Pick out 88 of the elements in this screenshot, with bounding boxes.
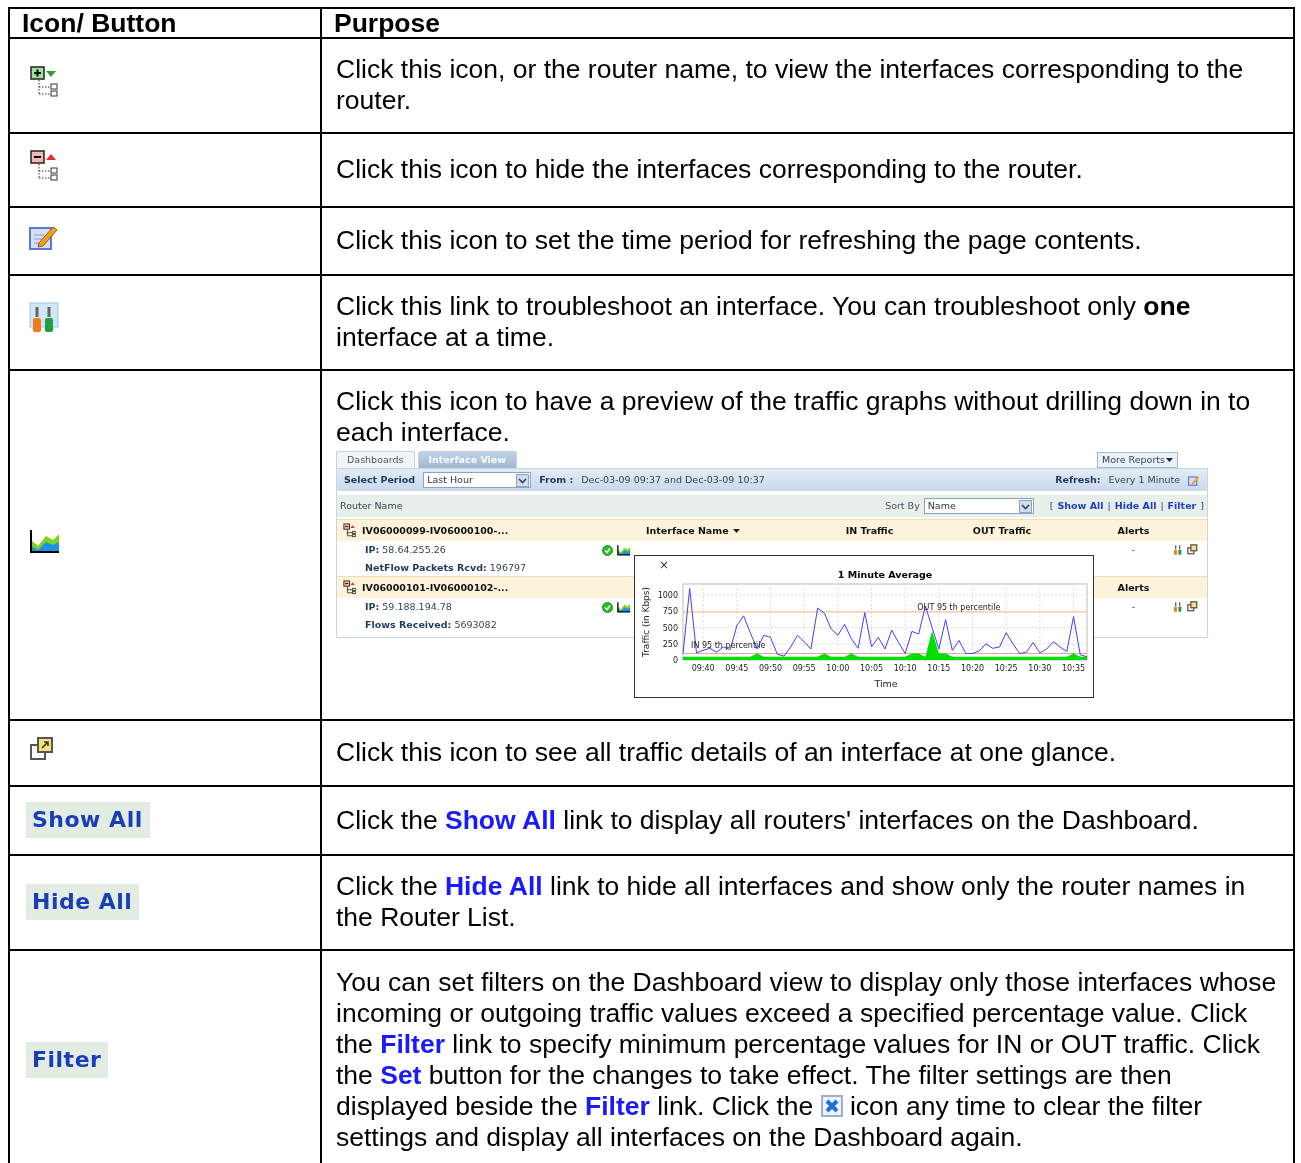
- axis-tick-label: 10:15: [927, 664, 951, 673]
- description-text: Click this icon to see all traffic details of an interface at one glance.: [336, 737, 1118, 768]
- link-text[interactable]: Hide All: [1114, 500, 1157, 512]
- description-text: Click this icon to set the time period for refreshing the page contents.: [336, 225, 1143, 256]
- popout-window-icon[interactable]: [1187, 544, 1198, 555]
- separator-text: [: [1049, 500, 1054, 512]
- column-header: OUT Traffic: [971, 524, 1033, 537]
- column-header: Purpose: [334, 8, 441, 38]
- sort-caret-icon[interactable]: [1166, 458, 1173, 462]
- link-text[interactable]: Filter: [380, 1029, 445, 1059]
- description-text: Click the Show All link to display all routers' interfaces on the Dashboard.: [336, 804, 1200, 836]
- column-header: IN Traffic: [844, 524, 895, 537]
- expand-tree-icon[interactable]: [29, 64, 61, 99]
- router-name[interactable]: IV06000101-IV06000102-...: [362, 581, 509, 594]
- popout-window-icon[interactable]: [1187, 601, 1198, 612]
- field-label: Select Period: [344, 474, 416, 486]
- edit-icon[interactable]: [1188, 474, 1200, 486]
- collapse-tree-icon[interactable]: [343, 523, 357, 538]
- chart-title: 1 Minute Average: [837, 569, 933, 580]
- field-label: Refresh:: [1055, 474, 1101, 486]
- link-button[interactable]: Filter: [26, 1042, 109, 1078]
- field-label: From :: [539, 474, 574, 486]
- axis-title: Traffic (in Kbps): [641, 587, 651, 657]
- description-text: Click this icon to hide the interfaces corresponding to the router.: [336, 154, 1084, 185]
- column-header: Icon/ Button: [22, 8, 177, 38]
- description-text: Click this icon to have a preview of the traffic graphs without drilling down in to each interface.: [336, 386, 1252, 448]
- axis-tick-label: 09:50: [759, 664, 783, 673]
- separator-text: |: [1107, 500, 1111, 512]
- tools-icon[interactable]: [1173, 601, 1183, 613]
- link-text[interactable]: Show All: [445, 804, 556, 835]
- clear-filter-icon[interactable]: [820, 1095, 843, 1117]
- sort-caret-icon[interactable]: [732, 528, 740, 533]
- close-button[interactable]: ×: [659, 558, 670, 572]
- period-select[interactable]: Last Hour: [423, 472, 532, 488]
- separator-text: |: [1160, 500, 1164, 512]
- router-name[interactable]: IV06000099-IV06000100-...: [362, 524, 509, 537]
- axis-tick-label: 10:10: [893, 664, 917, 673]
- link-text[interactable]: Set: [380, 1060, 422, 1090]
- area-chart-icon[interactable]: [617, 601, 631, 613]
- sort-select[interactable]: Name: [923, 498, 1034, 514]
- description-text: Click the Hide All link to hide all interfaces and show only the router names in the Router List.: [336, 871, 1247, 933]
- description-text: Click this link to troubleshoot an interface. You can troubleshoot only one interface at a time.: [336, 291, 1192, 353]
- axis-tick-label: 1000: [657, 591, 678, 601]
- field-label: Sort By: [885, 500, 920, 512]
- description-text: Click this icon, or the router name, to view the interfaces corresponding to the router.: [336, 54, 1245, 116]
- date-range-text: Dec-03-09 09:37 and Dec-03-09 10:37: [581, 474, 765, 486]
- axis-tick-label: 10:00: [826, 664, 850, 673]
- description-text: You can set filters on the Dashboard view to display only those interfaces whose incoming or outgoing traffic values exceed a specified percentage value. Click the Filter link to specify minimum percentage values for IN or OUT traffic. Click the Set button for the changes to take effect. The filter settings are then displayed beside the Filter link. Click the icon any time to clear the filter settings and display all interfaces on the Dashboard again.: [336, 967, 1278, 1153]
- axis-tick-label: 10:30: [1028, 664, 1052, 673]
- axis-tick-label: 10:25: [994, 664, 1018, 673]
- axis-title: Time: [874, 678, 898, 689]
- separator-text: ]: [1200, 500, 1204, 512]
- axis-tick-label: 750: [662, 607, 678, 617]
- router-detail: IP: 59.188.194.78: [365, 601, 453, 613]
- popout-window-icon[interactable]: [29, 736, 55, 762]
- axis-tick-label: 10:35: [1062, 664, 1086, 673]
- axis-tick-label: 500: [662, 623, 678, 633]
- column-label: Router Name: [340, 500, 403, 512]
- area-chart-icon[interactable]: [617, 544, 631, 556]
- link-text[interactable]: Hide All: [445, 871, 543, 901]
- column-header: Alerts: [1116, 524, 1151, 537]
- alerts-value: -: [1130, 544, 1137, 556]
- tools-icon[interactable]: [1173, 544, 1183, 556]
- axis-tick-label: 09:55: [792, 664, 816, 673]
- tab[interactable]: Dashboards: [336, 451, 415, 468]
- router-detail: NetFlow Packets Rcvd: 196797: [365, 562, 528, 574]
- link-text[interactable]: Filter: [585, 1091, 650, 1121]
- axis-tick-label: 250: [662, 639, 678, 649]
- link-button[interactable]: Hide All: [26, 884, 140, 920]
- link-button[interactable]: Show All: [26, 802, 150, 838]
- collapse-tree-icon[interactable]: [343, 580, 357, 595]
- link-text[interactable]: Filter: [1167, 500, 1197, 512]
- axis-tick-label: 09:40: [691, 664, 715, 673]
- more-reports-button[interactable]: More Reports: [1097, 452, 1178, 468]
- router-detail: IP: 58.64.255.26: [365, 544, 447, 556]
- area-chart-icon[interactable]: [29, 528, 61, 554]
- refresh-text: Every 1 Minute: [1108, 474, 1180, 486]
- axis-tick-label: 09:45: [725, 664, 749, 673]
- axis-tick-label: 0: [672, 656, 678, 665]
- column-header: Alerts: [1116, 581, 1151, 594]
- link-text[interactable]: Show All: [1057, 500, 1104, 512]
- alerts-value: -: [1130, 601, 1137, 613]
- column-header[interactable]: Interface Name: [646, 524, 729, 537]
- router-detail: Flows Received: 5693082: [365, 619, 498, 631]
- axis-tick-label: 10:05: [860, 664, 884, 673]
- axis-tick-label: 10:20: [961, 664, 985, 673]
- percentile-label: OUT 95 th percentile: [917, 602, 1001, 612]
- collapse-tree-icon[interactable]: [29, 149, 61, 183]
